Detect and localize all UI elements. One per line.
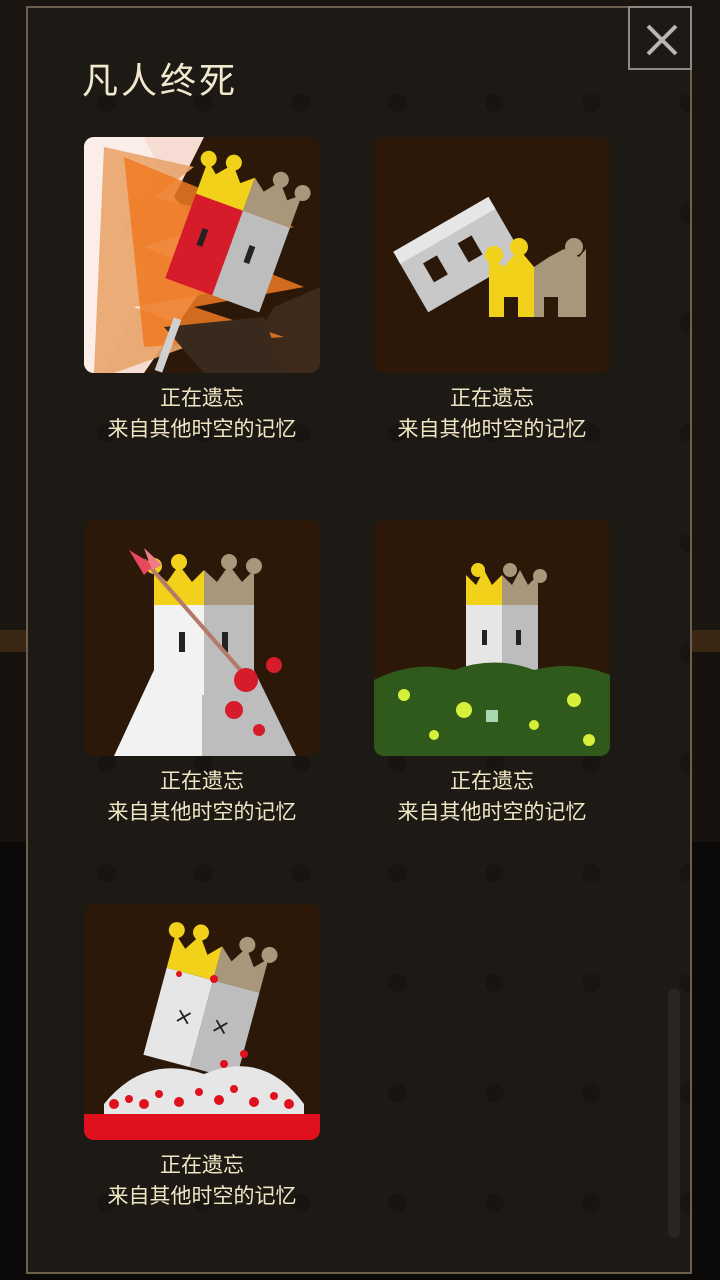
fallen-head-art [374, 137, 610, 373]
death-subtitle: 来自其他时空的记忆 [397, 800, 587, 824]
death-subtitle: 来自其他时空的记忆 [397, 417, 587, 441]
swamp-death-art [374, 520, 610, 756]
death-subtitle: 来自其他时空的记忆 [107, 1184, 297, 1208]
death-card-swamp[interactable]: 正在遗忘 来自其他时空的记忆 [374, 520, 610, 828]
close-button[interactable] [628, 6, 692, 70]
ant-death-art: × × [84, 904, 320, 1140]
dialog-title: 凡人终死 [82, 61, 239, 102]
death-status: 正在遗忘 [450, 769, 534, 793]
arrow-death-art [84, 520, 320, 756]
death-status: 正在遗忘 [160, 769, 244, 793]
death-subtitle: 来自其他时空的记忆 [107, 417, 297, 441]
death-subtitle: 来自其他时空的记忆 [107, 800, 297, 824]
death-card-ants[interactable]: × × 正在遗忘 来自其他时空的记忆 [84, 904, 320, 1212]
close-icon [646, 24, 678, 56]
death-status: 正在遗忘 [160, 386, 244, 410]
fire-death-art [84, 137, 320, 373]
death-card-arrow[interactable]: 正在遗忘 来自其他时空的记忆 [84, 520, 320, 828]
scrollbar[interactable] [668, 988, 680, 1238]
death-card-fire[interactable]: 正在遗忘 来自其他时空的记忆 [84, 137, 320, 445]
death-status: 正在遗忘 [160, 1153, 244, 1177]
death-card-fallen[interactable]: 正在遗忘 来自其他时空的记忆 [374, 137, 610, 445]
death-status: 正在遗忘 [450, 386, 534, 410]
